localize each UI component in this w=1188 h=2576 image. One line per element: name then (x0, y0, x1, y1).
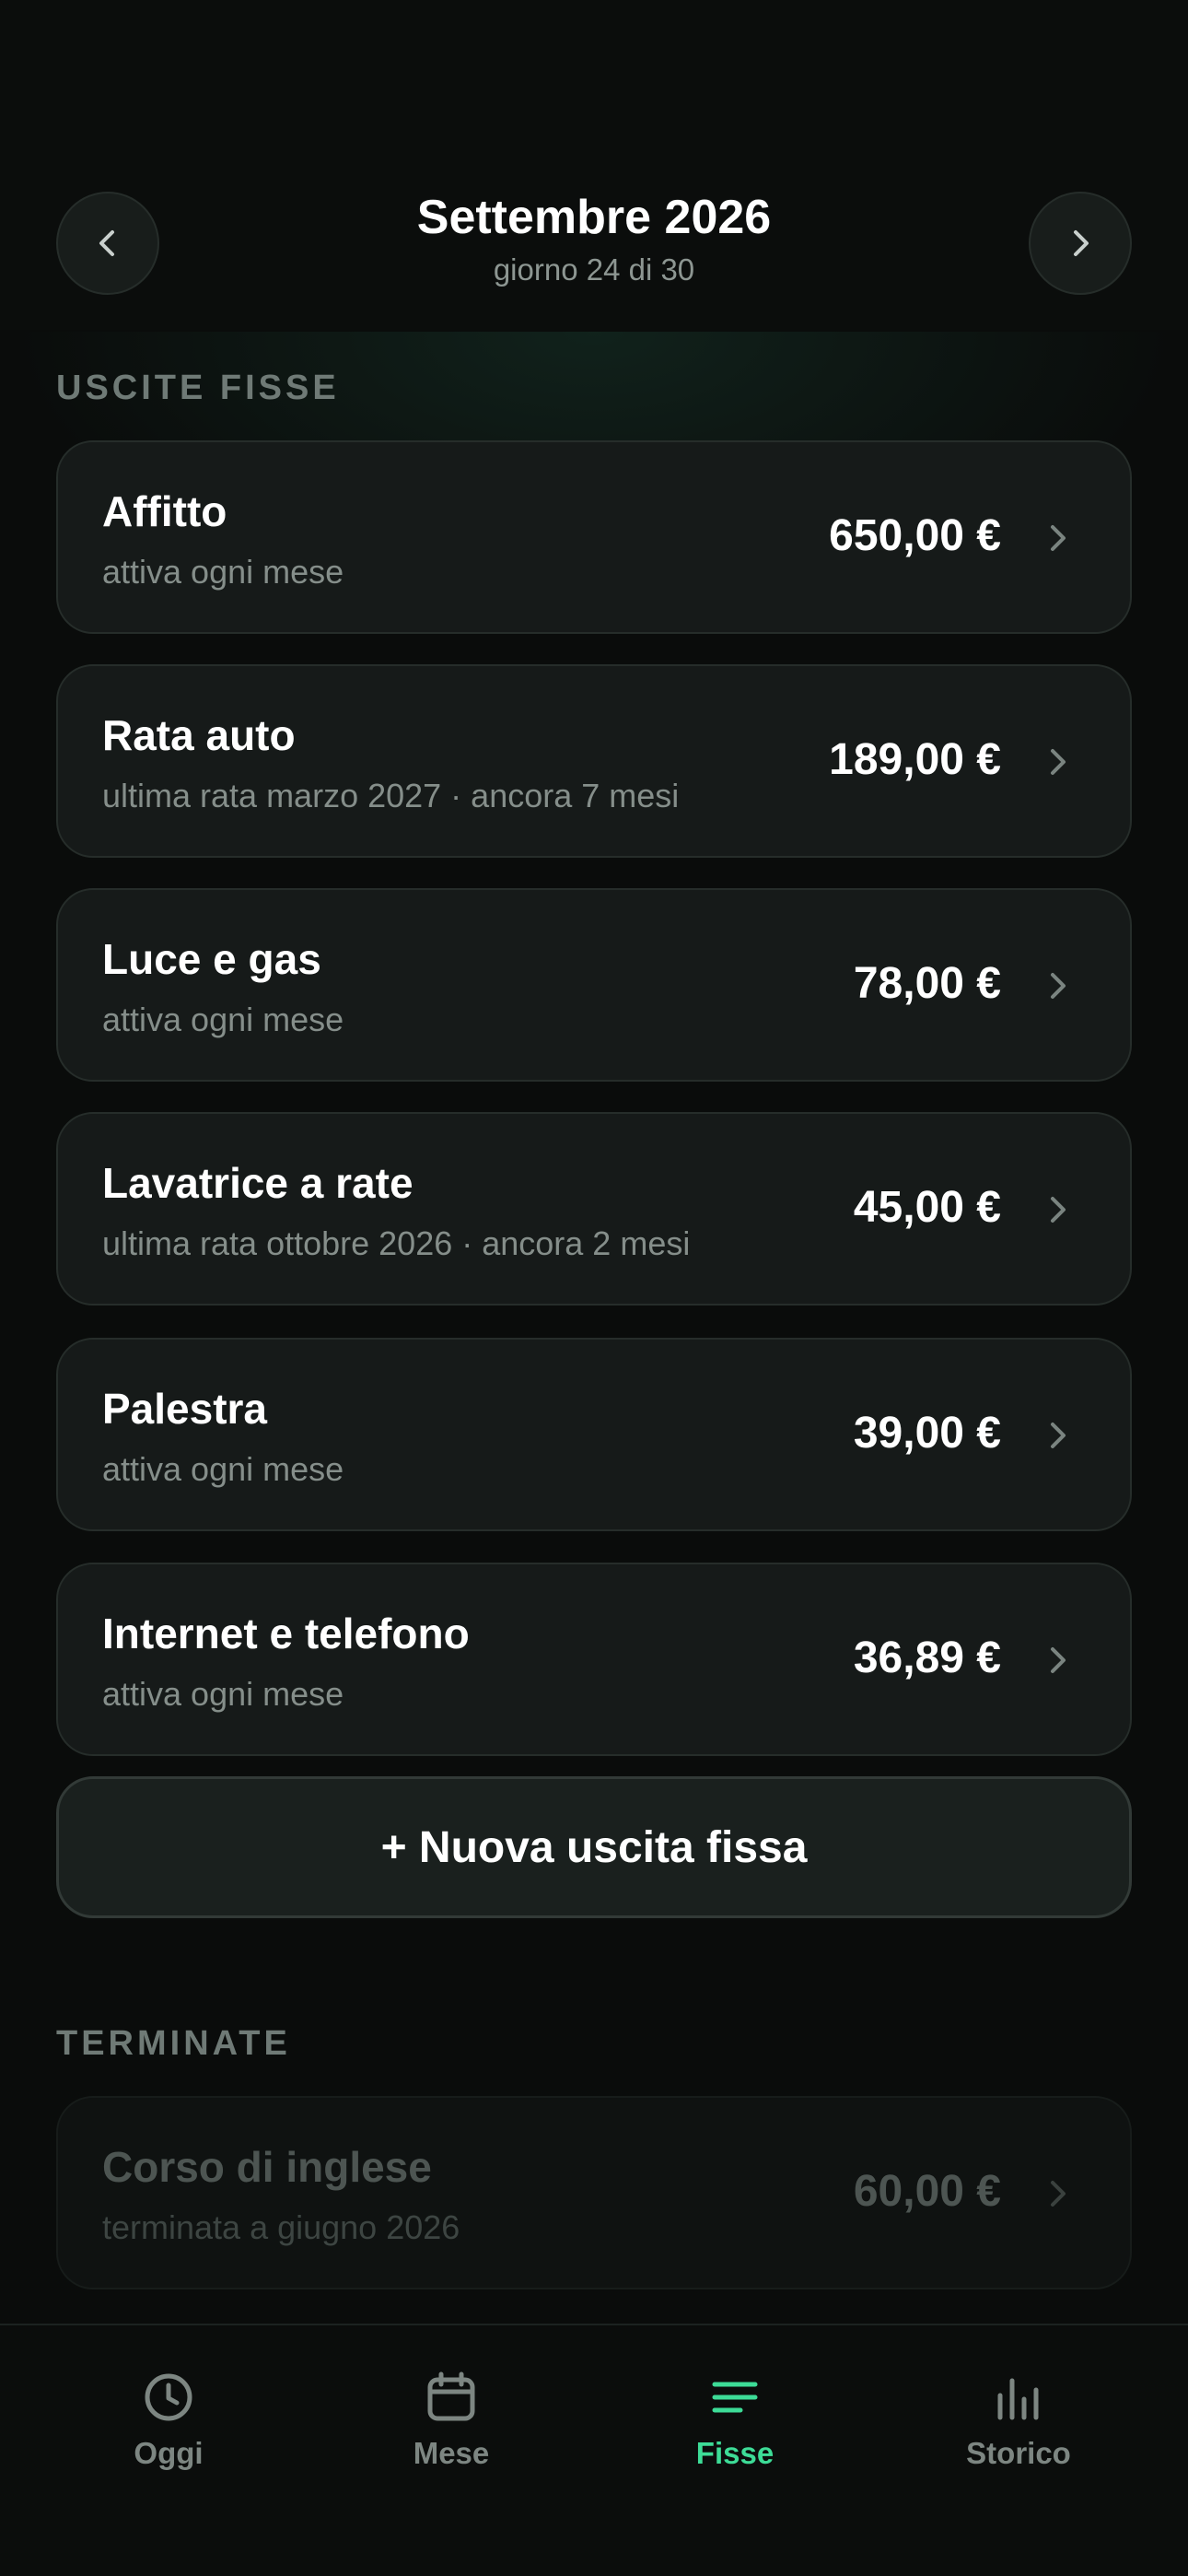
calendar-icon (427, 2371, 475, 2421)
tab-storico[interactable]: Storico (899, 2368, 1138, 2471)
expense-status: attiva ogni mese (102, 1675, 344, 1713)
expense-amount: 39,00 € (853, 1409, 1001, 1458)
section-label-ended: TERMINATE (56, 2024, 291, 2063)
expense-name: Lavatrice a rate (102, 1159, 413, 1207)
expense-amount: 36,89 € (853, 1633, 1001, 1682)
expense-amount: 45,00 € (853, 1183, 1001, 1232)
fixed-expense-card[interactable]: Affitto attiva ogni mese 650,00 € (56, 440, 1132, 634)
month-title: Settembre 2026 (416, 191, 772, 244)
expense-status: attiva ogni mese (102, 1001, 344, 1038)
expense-status: attiva ogni mese (102, 553, 344, 591)
expense-status: terminata a giugno 2026 (102, 2208, 460, 2246)
chevron-right-icon (1038, 1189, 1078, 1230)
chevron-right-icon (1038, 966, 1078, 1006)
expense-amount: 650,00 € (829, 511, 1001, 560)
chevron-right-icon (1038, 1415, 1078, 1456)
tab-label: Oggi (134, 2436, 204, 2470)
expense-name: Corso di inglese (102, 2143, 432, 2191)
expense-name: Luce e gas (102, 935, 321, 983)
chevron-right-icon (1074, 230, 1089, 256)
chevron-right-icon (1038, 1640, 1078, 1680)
tab-label: Fisse (695, 2436, 775, 2470)
fixed-expense-card[interactable]: Internet e telefono attiva ogni mese 36,… (56, 1563, 1132, 1756)
tab-label: Storico (966, 2436, 1071, 2470)
expense-name: Internet e telefono (102, 1610, 470, 1657)
fixed-expense-card[interactable]: Palestra attiva ogni mese 39,00 € (56, 1338, 1132, 1531)
next-month-button[interactable] (1029, 192, 1132, 295)
expense-status: ultima rata ottobre 2026 · ancora 2 mesi (102, 1224, 691, 1262)
ended-expense-card[interactable]: Corso di inglese terminata a giugno 2026… (56, 2096, 1132, 2289)
add-fixed-expense-button[interactable]: + Nuova uscita fissa (56, 1776, 1132, 1918)
bar-chart-icon (997, 2378, 1039, 2420)
expense-status: attiva ogni mese (102, 1450, 344, 1488)
expense-amount: 78,00 € (853, 959, 1001, 1008)
expense-status: ultima rata marzo 2027 · ancora 7 mesi (102, 777, 680, 814)
chevron-right-icon (1038, 2173, 1078, 2214)
bottom-tab-bar: Oggi Mese Fisse Storico (0, 2324, 1188, 2576)
expense-name: Affitto (102, 487, 227, 535)
expense-name: Rata auto (102, 711, 296, 759)
tab-fisse[interactable]: Fisse (615, 2368, 855, 2471)
list-icon (712, 2382, 758, 2413)
tab-oggi[interactable]: Oggi (49, 2368, 288, 2471)
tab-mese[interactable]: Mese (332, 2368, 571, 2471)
fixed-expense-card[interactable]: Rata auto ultima rata marzo 2027 · ancor… (56, 664, 1132, 858)
expense-name: Palestra (102, 1385, 268, 1433)
clock-icon (145, 2373, 192, 2421)
chevron-right-icon (1038, 518, 1078, 558)
month-day-progress: giorno 24 di 30 (493, 252, 695, 287)
expense-amount: 189,00 € (829, 735, 1001, 784)
tab-label: Mese (413, 2436, 490, 2470)
fixed-expense-card[interactable]: Luce e gas attiva ogni mese 78,00 € (56, 888, 1132, 1082)
fixed-expense-card[interactable]: Lavatrice a rate ultima rata ottobre 202… (56, 1112, 1132, 1306)
chevron-right-icon (1038, 742, 1078, 782)
section-label-fixed: USCITE FISSE (56, 369, 340, 407)
month-header: Settembre 2026 giorno 24 di 30 (0, 0, 1188, 330)
expense-amount: 60,00 € (853, 2167, 1001, 2216)
